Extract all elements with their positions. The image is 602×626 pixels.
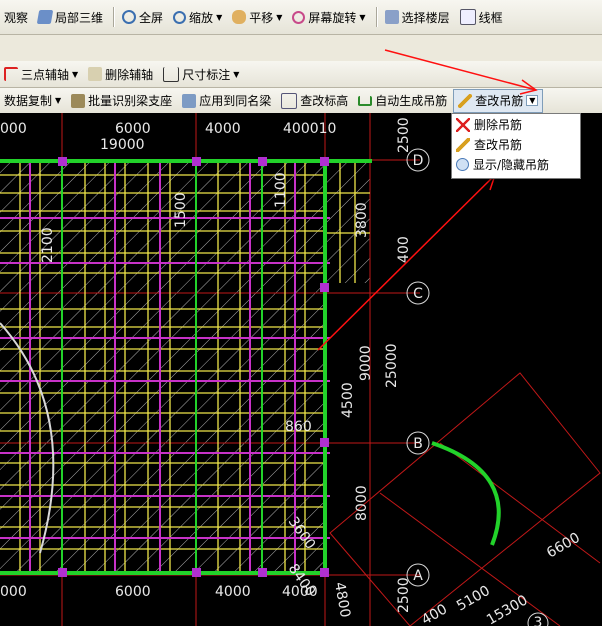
dim-right-25000: 25000 [384,343,400,388]
dim-right-2500-bottom: 2500 [396,577,412,613]
dim-right-4500: 4500 [340,382,356,418]
fullscreen-button[interactable]: 全屏 [118,6,167,28]
three-point-axis-button[interactable]: 三点辅轴 ▼ [0,63,82,85]
dim-bottom-6000: 6000 [115,584,151,600]
fullscreen-icon [122,10,137,24]
rotate-button[interactable]: 屏幕旋转 ▼ [288,6,369,28]
three-point-axis-icon [4,67,18,81]
pan-dropdown-icon[interactable]: ▼ [276,13,282,22]
data-copy-label: 数据复制 [4,94,53,108]
edit-hanger-button[interactable]: 查改吊筋 ▼ [453,88,544,113]
zoom-icon [173,10,187,24]
batch-identify-icon [71,93,86,108]
dim-bottom-000: 000 [0,584,27,600]
dim-bottom-4000a: 4000 [215,584,251,600]
check-elevation-icon [281,92,298,109]
zoom-dropdown-icon[interactable]: ▼ [216,13,222,22]
toolbar-separator [113,7,115,27]
dimension-icon [163,66,180,82]
select-floor-label: 选择楼层 [401,10,450,25]
delete-axis-icon [88,67,103,81]
rotate-label: 屏幕旋转 [308,10,357,25]
dim-vert-1500: 1500 [173,192,189,228]
edit-hanger-icon [458,93,473,108]
dim-860: 860 [285,419,312,435]
apply-same-beam-button[interactable]: 应用到同名梁 [178,90,275,112]
data-copy-dropdown-icon[interactable]: ▼ [55,96,61,105]
dim-right-9000: 9000 [358,345,374,381]
apply-same-beam-icon [182,93,197,108]
wireframe-label: 线框 [478,10,503,25]
axis-toolbar: 三点辅轴 ▼ 删除辅轴 尺寸标注 ▼ [0,61,602,88]
edit-hanger-dropdown-icon[interactable]: ▼ [526,95,539,106]
axis-label-3: 3 [534,615,543,626]
view-label: 观察 [4,10,29,25]
pan-label: 平移 [249,10,274,25]
dim-top-left: 000 [0,121,27,137]
axis-label-a: A [413,568,423,584]
axis-label-d: D [413,153,424,169]
axis-label-c: C [413,286,423,302]
dim-vert-1100: 1100 [273,172,289,208]
local-3d-button[interactable]: 局部三维 [34,6,107,28]
delete-axis-label: 删除辅轴 [105,67,154,82]
menu-item-label: 删除吊筋 [474,118,523,132]
show-hide-hanger-icon [456,158,469,171]
toolbar-dock-area [0,35,602,61]
edit-hanger-icon [456,137,470,152]
check-elevation-button[interactable]: 查改标高 [277,90,352,112]
auto-hanger-button[interactable]: 自动生成吊筋 [354,90,451,112]
wireframe-button[interactable]: 线框 [456,6,507,28]
menu-item-edit-hanger[interactable]: 查改吊筋 [452,135,580,154]
data-copy-button[interactable]: 数据复制 ▼ [0,90,65,112]
dim-right-2500-top: 2500 [396,117,412,153]
rotate-dropdown-icon[interactable]: ▼ [359,13,365,22]
cad-drawing-canvas[interactable]: D C B A 3 000 6000 4000 400010 19000 000… [0,113,602,626]
dimension-label: 尺寸标注 [182,67,231,82]
local-3d-icon [36,10,54,24]
check-elevation-label: 查改标高 [300,94,349,108]
auto-hanger-icon [358,95,373,106]
pan-button[interactable]: 平移 ▼ [228,6,286,28]
dim-top-right: 400010 [283,121,336,137]
dimension-button[interactable]: 尺寸标注 ▼ [159,63,243,85]
batch-identify-label: 批量识别梁支座 [88,94,173,108]
zoom-label: 缩放 [189,10,214,25]
view-button[interactable]: 观察 [0,6,32,28]
floor-layers-icon [384,10,399,24]
auto-hanger-label: 自动生成吊筋 [375,94,448,108]
dim-vert-3800: 3800 [354,202,370,238]
dim-right-8000: 8000 [354,485,370,521]
wireframe-icon [459,9,476,25]
fullscreen-label: 全屏 [139,10,164,25]
local-3d-label: 局部三维 [55,10,104,25]
edit-hanger-label: 查改吊筋 [475,94,524,108]
dim-top-mid: 6000 [115,121,151,137]
dim-vert-2100: 2100 [40,227,56,263]
menu-item-delete-hanger[interactable]: 删除吊筋 [452,115,580,134]
batch-identify-button[interactable]: 批量识别梁支座 [67,90,176,112]
three-point-axis-dropdown-icon[interactable]: ▼ [72,70,78,79]
hanger-dropdown-menu: 删除吊筋 查改吊筋 显示/隐藏吊筋 [451,113,581,179]
delete-hanger-icon [456,117,470,132]
toolbar-separator [375,7,377,27]
dim-top-mid2: 4000 [205,121,241,137]
axis-label-b: B [413,436,423,452]
dimension-dropdown-icon[interactable]: ▼ [233,70,239,79]
menu-item-label: 显示/隐藏吊筋 [473,158,550,172]
delete-axis-button[interactable]: 删除辅轴 [84,63,157,85]
menu-item-label: 查改吊筋 [474,138,523,152]
apply-same-beam-label: 应用到同名梁 [199,94,272,108]
three-point-axis-label: 三点辅轴 [21,67,70,82]
dim-right-400: 400 [396,236,412,263]
select-floor-button[interactable]: 选择楼层 [381,6,454,28]
pan-hand-icon [232,10,247,24]
dim-top-sub: 19000 [100,137,145,153]
zoom-button[interactable]: 缩放 ▼ [169,6,226,28]
beam-toolbar: 数据复制 ▼ 批量识别梁支座 应用到同名梁 查改标高 自动生成吊筋 查改吊筋 ▼ [0,88,602,114]
rotate-icon [292,10,306,24]
menu-item-show-hide-hanger[interactable]: 显示/隐藏吊筋 [452,155,580,174]
view-toolbar: 观察 局部三维 全屏 缩放 ▼ 平移 ▼ 屏幕旋转 ▼ 选择楼层 线框 [0,0,602,35]
